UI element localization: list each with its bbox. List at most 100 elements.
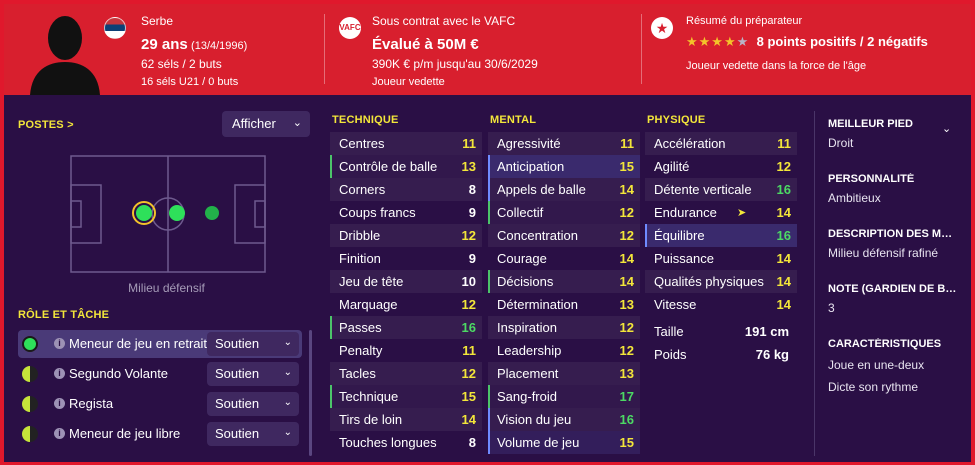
trait-item: Dicte son rythme xyxy=(828,380,919,394)
attribute-row[interactable]: Agilité 12 xyxy=(645,155,797,178)
trait-item: Joue en une-deux xyxy=(828,358,925,372)
attribute-row[interactable]: Collectif 12 xyxy=(488,201,640,224)
attribute-row[interactable]: Détermination 13 xyxy=(488,293,640,316)
attribute-row[interactable]: Concentration 12 xyxy=(488,224,640,247)
attribute-row[interactable]: Passes 16 xyxy=(330,316,482,339)
wage: 390K € p/m jusqu'au 30/6/2029 xyxy=(372,57,538,72)
contract-info: Sous contrat avec le VAFC Évalué à 50M €… xyxy=(372,14,538,89)
chevron-down-icon: ⌄ xyxy=(283,337,292,348)
player-profile-frame: Serbe 29 ans (13/4/1996) 62 séls / 2 but… xyxy=(4,4,971,462)
player-value: Évalué à 50M € xyxy=(372,35,479,53)
attribute-row[interactable]: Endurance ➤ 14 xyxy=(645,201,797,224)
player-traits: CARACTÉRISTIQUES Joue en une-deux Dicte … xyxy=(828,338,958,394)
attribute-row[interactable]: Tacles 12 xyxy=(330,362,482,385)
role-rating-icon xyxy=(22,426,38,442)
attribute-row[interactable]: Appels de balle 14 xyxy=(488,178,640,201)
squad-status: Joueur vedette xyxy=(372,75,445,88)
report-detail: Joueur vedette dans la force de l'âge xyxy=(686,60,867,73)
duty-dropdown[interactable]: Soutien ⌄ xyxy=(207,392,299,416)
attribute-row[interactable]: Leadership 12 xyxy=(488,339,640,362)
technique-title: TECHNIQUE xyxy=(332,114,399,126)
attribute-row[interactable]: Vitesse 14 xyxy=(645,293,797,316)
preferred-foot: MEILLEUR PIED Droit xyxy=(828,118,913,150)
attribute-row[interactable]: Anticipation 15 xyxy=(488,155,640,178)
duty-label: Soutien xyxy=(215,336,260,351)
attribute-row[interactable]: Agressivité 11 xyxy=(488,132,640,155)
chevron-down-icon: ⌄ xyxy=(283,367,292,378)
chevron-down-icon: ⌄ xyxy=(283,427,292,438)
attribute-row[interactable]: Corners 8 xyxy=(330,178,482,201)
role-row[interactable]: i Segundo Volante Soutien ⌄ xyxy=(18,360,302,388)
pitch-position-label: Milieu défensif xyxy=(128,281,205,295)
attribute-row[interactable]: Jeu de tête 10 xyxy=(330,270,482,293)
duty-dropdown[interactable]: Soutien ⌄ xyxy=(207,332,299,356)
player-silhouette-icon xyxy=(30,16,100,95)
role-row[interactable]: i Meneur de jeu en retrait Soutien ⌄ xyxy=(18,330,302,358)
attribute-row[interactable]: Détente verticale 16 xyxy=(645,178,797,201)
attribute-row[interactable]: Courage 14 xyxy=(488,247,640,270)
attribute-row[interactable]: Coups francs 9 xyxy=(330,201,482,224)
attribute-row[interactable]: Qualités physiques 14 xyxy=(645,270,797,293)
improvement-arrow-icon: ➤ xyxy=(737,207,747,219)
report-summary: 8 points positifs / 2 négatifs xyxy=(756,34,928,50)
chevron-down-icon[interactable]: ⌄ xyxy=(942,122,951,135)
attribute-row[interactable]: Sang-froid 17 xyxy=(488,385,640,408)
chevron-down-icon: ⌄ xyxy=(292,117,302,129)
attribute-row[interactable]: Centres 11 xyxy=(330,132,482,155)
attribute-row[interactable]: Inspiration 12 xyxy=(488,316,640,339)
info-icon[interactable]: i xyxy=(54,368,65,379)
position-dot-natural xyxy=(136,205,152,221)
afficher-label: Afficher xyxy=(232,116,276,131)
role-row[interactable]: i Meneur de jeu libre Soutien ⌄ xyxy=(18,420,302,448)
attribute-row[interactable]: Volume de jeu 15 xyxy=(488,431,640,454)
info-icon[interactable]: i xyxy=(54,338,65,349)
role-rating-icon xyxy=(22,396,38,412)
attribute-row[interactable]: Puissance 14 xyxy=(645,247,797,270)
role-name: Segundo Volante xyxy=(69,366,169,381)
attribute-row[interactable]: Vision du jeu 16 xyxy=(488,408,640,431)
star-rating: ★★★★★ xyxy=(686,34,750,50)
position-dot-natural xyxy=(169,205,185,221)
chevron-down-icon: ⌄ xyxy=(283,397,292,408)
report-title: Résumé du préparateur xyxy=(686,15,803,27)
nationality: Serbe xyxy=(141,14,174,28)
attribute-row[interactable]: Placement 13 xyxy=(488,362,640,385)
position-dot-accomplished xyxy=(205,206,219,220)
positions-title[interactable]: POSTES > xyxy=(18,119,74,131)
role-name: Meneur de jeu libre xyxy=(69,426,181,441)
roles-scrollbar[interactable] xyxy=(309,330,312,456)
attribute-row[interactable]: Penalty 11 xyxy=(330,339,482,362)
duty-dropdown[interactable]: Soutien ⌄ xyxy=(207,362,299,386)
attribute-row[interactable]: Tirs de loin 14 xyxy=(330,408,482,431)
coach-report[interactable]: Résumé du préparateur ★★★★★ 8 points pos… xyxy=(686,14,928,73)
club-badge-icon: VAFC xyxy=(339,17,361,39)
role-rating-icon xyxy=(22,366,38,382)
duty-dropdown[interactable]: Soutien ⌄ xyxy=(207,422,299,446)
info-icon[interactable]: i xyxy=(54,428,65,439)
technique-column: TECHNIQUE Centres 11 Contrôle de balle 13 … xyxy=(330,101,482,454)
attribute-row[interactable]: Accélération 11 xyxy=(645,132,797,155)
contract-status: Sous contrat avec le VAFC xyxy=(372,14,516,28)
attribute-row[interactable]: Touches longues 8 xyxy=(330,431,482,454)
attribute-row[interactable]: Décisions 14 xyxy=(488,270,640,293)
info-icon[interactable]: i xyxy=(54,398,65,409)
attribute-row[interactable]: Finition 9 xyxy=(330,247,482,270)
duty-label: Soutien xyxy=(215,426,260,441)
attribute-row[interactable]: Marquage 12 xyxy=(330,293,482,316)
mental-column: MENTAL Agressivité 11 Anticipation 15 Appe… xyxy=(488,101,640,454)
height-row: Taille 191 cm xyxy=(654,324,789,339)
role-rating-icon xyxy=(22,336,38,352)
attribute-row[interactable]: Technique 15 xyxy=(330,385,482,408)
birthdate: (13/4/1996) xyxy=(191,39,248,52)
mental-title: MENTAL xyxy=(490,114,537,126)
role-name: Regista xyxy=(69,396,114,411)
goalkeeper-rating: NOTE (GARDIEN DE BUT) 3 xyxy=(828,283,958,315)
attribute-row[interactable]: Équilibre 16 xyxy=(645,224,797,247)
afficher-dropdown[interactable]: Afficher ⌄ xyxy=(222,111,310,137)
serbia-flag-icon xyxy=(104,17,126,39)
attribute-row[interactable]: Contrôle de balle 13 xyxy=(330,155,482,178)
role-row[interactable]: i Regista Soutien ⌄ xyxy=(18,390,302,418)
personality: PERSONNALITÉ Ambitieux xyxy=(828,173,915,205)
panel-divider xyxy=(814,111,815,456)
attribute-row[interactable]: Dribble 12 xyxy=(330,224,482,247)
